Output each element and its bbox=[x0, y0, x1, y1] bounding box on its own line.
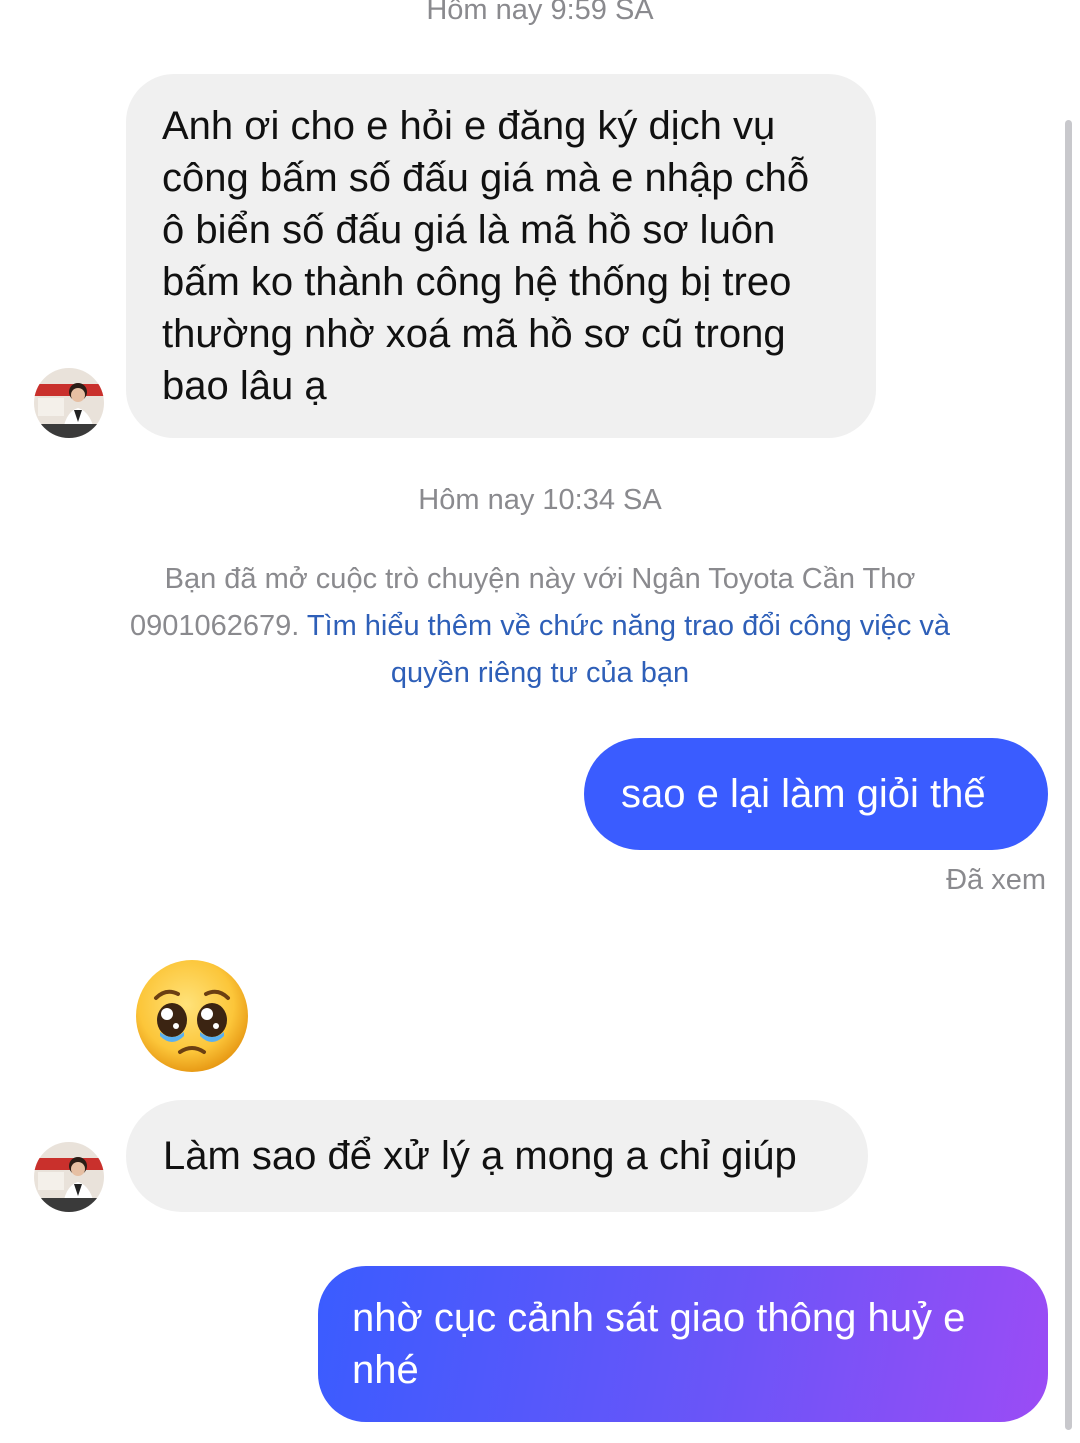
privacy-learn-more-link[interactable]: Tìm hiểu thêm về chức năng trao đổi công… bbox=[307, 610, 950, 689]
contact-avatar[interactable] bbox=[34, 1142, 104, 1212]
pleading-face-emoji[interactable] bbox=[134, 958, 250, 1074]
message-text: sao e lại làm giỏi thế bbox=[621, 772, 986, 816]
message-bubble-incoming[interactable]: Anh ơi cho e hỏi e đăng ký dịch vụ công … bbox=[126, 74, 876, 438]
pleading-face-icon bbox=[136, 960, 248, 1072]
message-bubble-outgoing[interactable]: nhờ cục cảnh sát giao thông huỷ e nhé bbox=[318, 1266, 1048, 1422]
conversation-notice: Bạn đã mở cuộc trò chuyện này với Ngân T… bbox=[110, 556, 970, 697]
avatar-photo-icon bbox=[34, 368, 104, 438]
message-text: Anh ơi cho e hỏi e đăng ký dịch vụ công … bbox=[162, 104, 810, 408]
timestamp: Hôm nay 10:34 SA bbox=[418, 484, 662, 516]
message-bubble-incoming[interactable]: Làm sao để xử lý ạ mong a chỉ giúp bbox=[126, 1100, 868, 1212]
avatar-photo-icon bbox=[34, 1142, 104, 1212]
message-bubble-outgoing[interactable]: sao e lại làm giỏi thế bbox=[584, 738, 1048, 850]
contact-avatar[interactable] bbox=[34, 368, 104, 438]
seen-status: Đã xem bbox=[946, 864, 1046, 896]
message-text: nhờ cục cảnh sát giao thông huỷ e nhé bbox=[352, 1296, 966, 1392]
timestamp: Hôm nay 9:59 SA bbox=[426, 0, 654, 26]
scrollbar[interactable] bbox=[1065, 120, 1072, 1430]
message-text: Làm sao để xử lý ạ mong a chỉ giúp bbox=[163, 1134, 797, 1178]
